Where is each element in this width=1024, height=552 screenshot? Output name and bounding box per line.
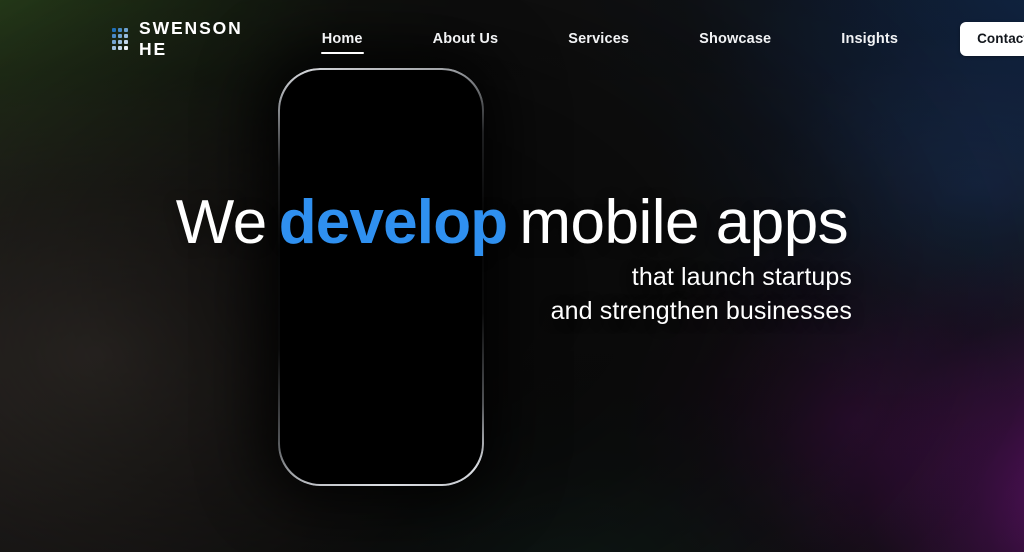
logo-dot <box>118 34 122 38</box>
nav-link-showcase[interactable]: Showcase <box>699 25 771 53</box>
hero-background <box>0 0 1024 552</box>
nav-link-home[interactable]: Home <box>320 25 364 54</box>
nav-link-about-us[interactable]: About Us <box>433 25 499 53</box>
phone-screen <box>279 69 483 485</box>
nav-links: Home About Us Services Showcase Insights… <box>287 22 1024 56</box>
brand-logo[interactable]: SWENSON HE <box>112 18 243 60</box>
background-vignette <box>0 0 1024 552</box>
logo-dot <box>112 46 116 50</box>
logo-dot <box>112 40 116 44</box>
logo-dot <box>112 34 116 38</box>
logo-dot <box>124 40 128 44</box>
phone-mockup <box>278 68 484 486</box>
logo-dot <box>118 28 122 32</box>
logo-dot <box>112 28 116 32</box>
brand-name: SWENSON HE <box>139 18 243 59</box>
contact-us-button[interactable]: Contact Us <box>960 22 1024 56</box>
dot-grid-icon <box>112 28 128 50</box>
top-navigation-bar: SWENSON HE Home About Us Services Showca… <box>0 0 1024 78</box>
logo-dot <box>124 46 128 50</box>
logo-dot <box>118 40 122 44</box>
logo-dot <box>124 28 128 32</box>
nav-link-insights[interactable]: Insights <box>841 25 898 53</box>
logo-dot <box>124 34 128 38</box>
logo-dot <box>118 46 122 50</box>
nav-link-services[interactable]: Services <box>568 25 629 53</box>
